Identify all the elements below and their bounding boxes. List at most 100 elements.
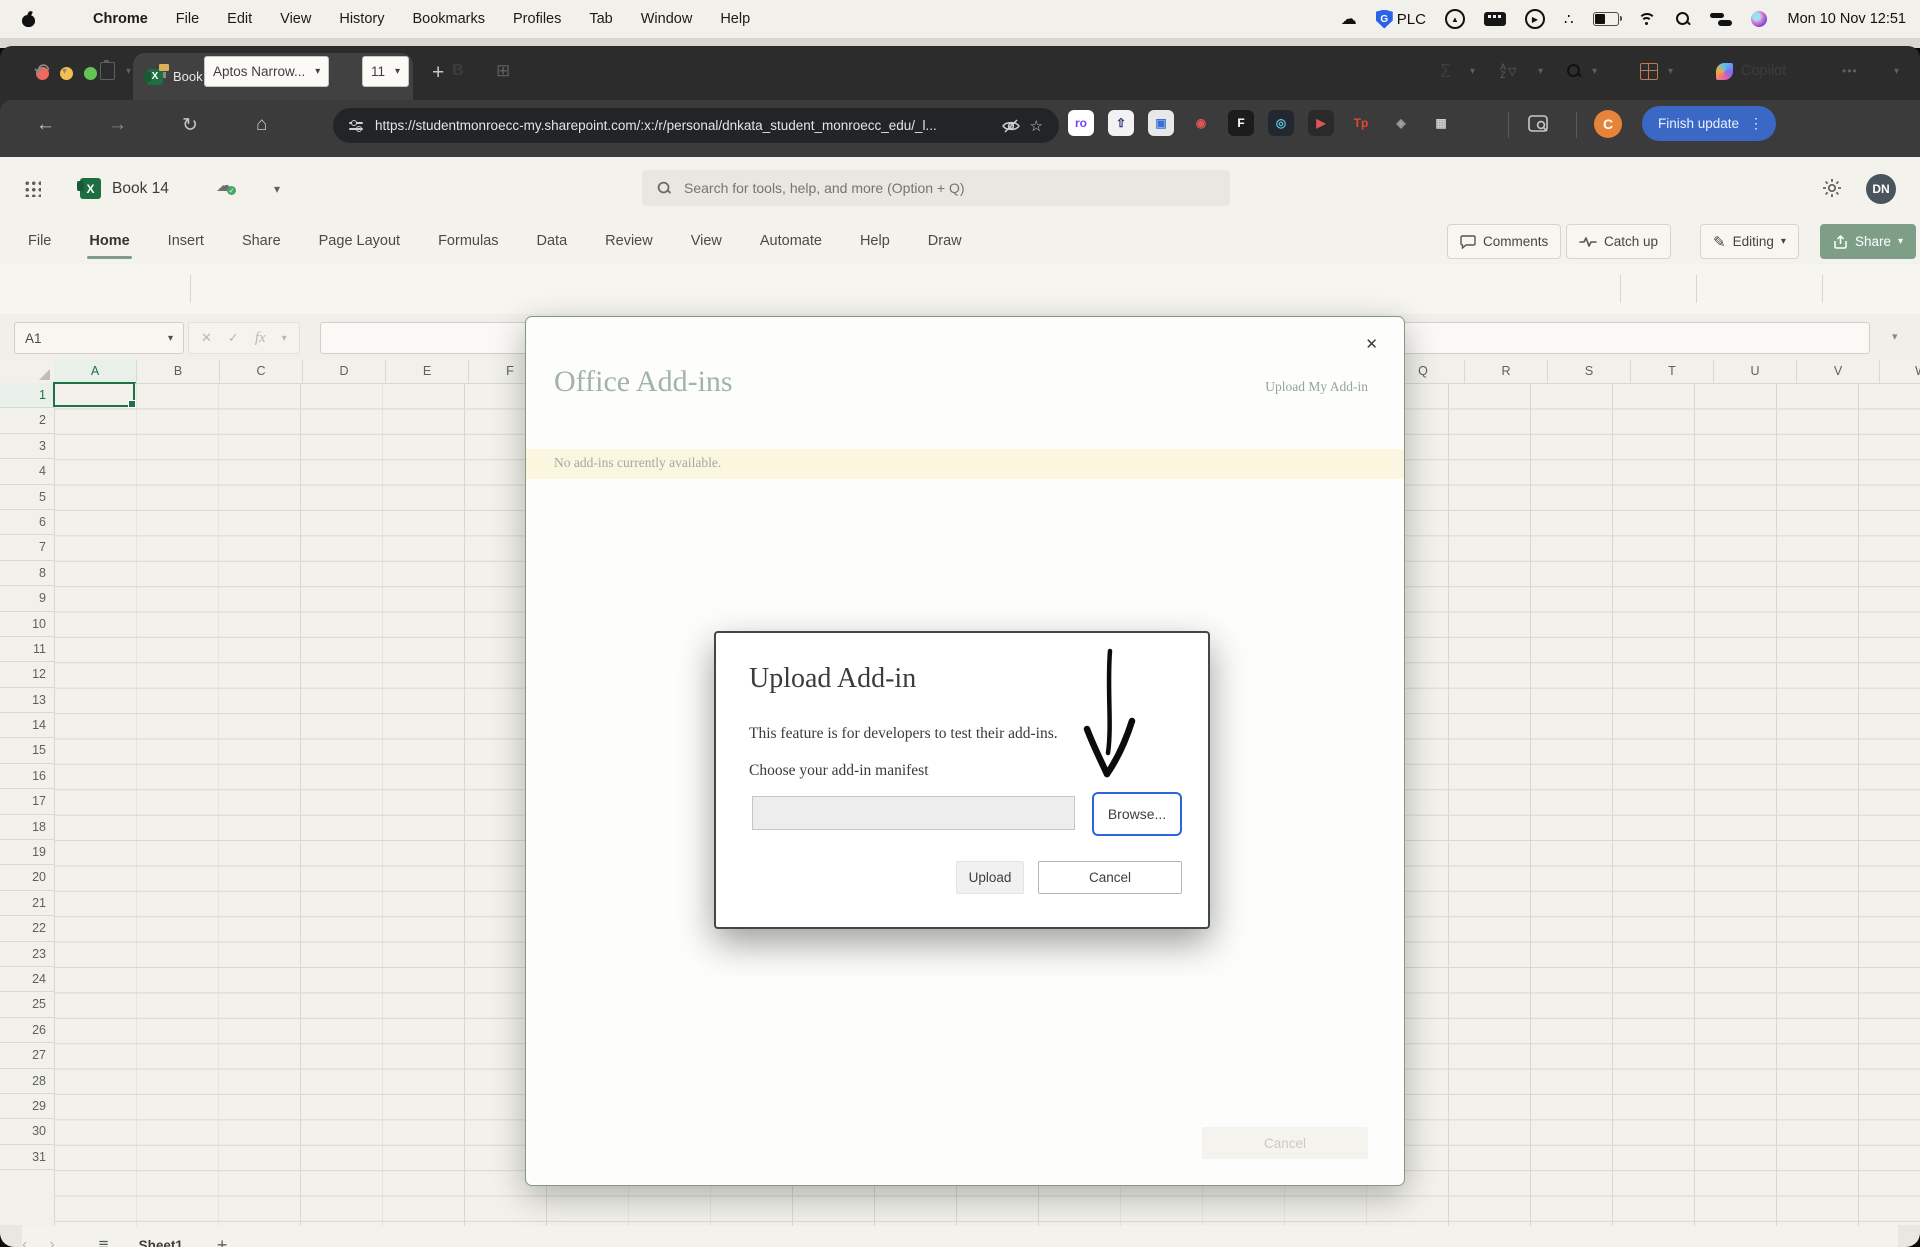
glean-shield-icon[interactable]: GPLC (1376, 10, 1426, 29)
column-header-u[interactable]: U (1714, 360, 1797, 383)
ro-extension-icon[interactable]: ro (1068, 110, 1094, 136)
dialog-cancel-button[interactable]: Cancel (1202, 1127, 1368, 1159)
menubar-item-view[interactable]: View (280, 11, 311, 27)
column-header-c[interactable]: C (220, 360, 303, 383)
selected-cell-a1[interactable] (53, 382, 135, 407)
menubar-item-bookmarks[interactable]: Bookmarks (412, 11, 485, 27)
name-box[interactable]: A1▾ (14, 322, 184, 354)
font-name-select[interactable]: Aptos Narrow...▾ (204, 46, 329, 96)
comments-button[interactable]: Comments (1447, 224, 1561, 259)
window-search-icon[interactable] (1528, 114, 1550, 134)
find-chevron-icon[interactable]: ▾ (1592, 46, 1597, 96)
search-input[interactable] (682, 179, 1230, 197)
settings-gear-icon[interactable] (1822, 178, 1842, 198)
row-header-24[interactable]: 24 (0, 967, 54, 992)
column-header-w[interactable]: W (1880, 360, 1920, 383)
add-sheet-button[interactable]: + (217, 1235, 228, 1247)
menubar-item-tab[interactable]: Tab (589, 11, 612, 27)
row-header-16[interactable]: 16 (0, 764, 54, 789)
column-header-d[interactable]: D (303, 360, 386, 383)
row-header-29[interactable]: 29 (0, 1094, 54, 1119)
ribbon-tab-view[interactable]: View (689, 229, 724, 253)
sheet-list-icon[interactable]: ≡ (99, 1235, 109, 1247)
prev-sheet-icon[interactable]: ‹ (22, 1236, 27, 1247)
row-header-30[interactable]: 30 (0, 1119, 54, 1144)
undo-chevron-icon[interactable]: ▾ (62, 46, 67, 96)
menubar-item-history[interactable]: History (339, 11, 384, 27)
title-chevron-icon[interactable]: ▾ (274, 182, 280, 196)
column-header-a[interactable]: A (54, 360, 137, 383)
upload-button[interactable]: Upload (956, 861, 1024, 894)
chevron-down-icon[interactable]: ▾ (282, 333, 287, 344)
app-launcher-icon[interactable] (24, 180, 41, 197)
row-header-17[interactable]: 17 (0, 789, 54, 814)
row-header-21[interactable]: 21 (0, 891, 54, 916)
profile-avatar[interactable]: C (1594, 110, 1622, 138)
ribbon-tab-insert[interactable]: Insert (166, 229, 206, 253)
menubar-clock[interactable]: Mon 10 Nov 12:51 (1788, 11, 1907, 27)
ribbon-tab-help[interactable]: Help (858, 229, 892, 253)
dialog-close-icon[interactable]: ✕ (1365, 335, 1378, 353)
home-button[interactable]: ⌂ (256, 114, 267, 136)
row-header-14[interactable]: 14 (0, 713, 54, 738)
row-header-2[interactable]: 2 (0, 408, 54, 433)
menubar-item-help[interactable]: Help (720, 11, 750, 27)
find-button[interactable] (1566, 46, 1582, 96)
sheet-tab-sheet1[interactable]: Sheet1 (139, 1238, 183, 1247)
apple-menu-icon[interactable] (22, 12, 35, 27)
cell-format-chevron-icon[interactable]: ▾ (1668, 46, 1673, 96)
column-header-e[interactable]: E (386, 360, 469, 383)
formula-bar-expand-icon[interactable]: ▾ (1892, 330, 1898, 343)
sort-filter-button[interactable]: AZ▽ (1500, 46, 1516, 96)
column-header-v[interactable]: V (1797, 360, 1880, 383)
undo-button[interactable]: ↶ (34, 46, 50, 96)
modal-cancel-button[interactable]: Cancel (1038, 861, 1182, 894)
fill-handle[interactable] (128, 400, 136, 408)
row-header-20[interactable]: 20 (0, 865, 54, 890)
browse-button[interactable]: Browse... (1092, 792, 1182, 836)
control-center-icon[interactable] (1710, 12, 1732, 27)
ribbon-tab-formulas[interactable]: Formulas (436, 229, 500, 253)
chrome-menu-icon[interactable]: ⋮ (1749, 115, 1764, 132)
row-header-26[interactable]: 26 (0, 1018, 54, 1043)
format-painter-button[interactable] (158, 46, 171, 96)
window-zoom-button[interactable] (84, 67, 97, 80)
autosave-cloud-icon[interactable]: ☁✓ (216, 176, 233, 196)
video-play-extension-icon[interactable]: ▶ (1308, 110, 1334, 136)
sort-filter-chevron-icon[interactable]: ▾ (1538, 46, 1543, 96)
upload-my-addin-link[interactable]: Upload My Add-in (1265, 379, 1368, 395)
row-header-31[interactable]: 31 (0, 1145, 54, 1170)
excel-app-icon[interactable]: X (80, 178, 101, 199)
back-button[interactable]: ← (36, 114, 55, 136)
extensions-puzzle-icon[interactable]: ▦ (1428, 110, 1454, 136)
wifi-icon[interactable] (1638, 12, 1656, 26)
shield-extension-icon[interactable]: ◈ (1388, 110, 1414, 136)
row-header-28[interactable]: 28 (0, 1069, 54, 1094)
keyboard-icon[interactable] (1484, 12, 1506, 26)
column-header-b[interactable]: B (137, 360, 220, 383)
battery-icon[interactable] (1593, 12, 1619, 26)
spotlight-search-icon[interactable] (1675, 11, 1691, 27)
menubar-item-window[interactable]: Window (641, 11, 693, 27)
siri-icon[interactable] (1751, 11, 1767, 27)
catch-up-button[interactable]: Catch up (1566, 224, 1671, 259)
row-header-4[interactable]: 4 (0, 459, 54, 484)
autosum-chevron-icon[interactable]: ▾ (1470, 46, 1475, 96)
row-header-19[interactable]: 19 (0, 840, 54, 865)
column-header-s[interactable]: S (1548, 360, 1631, 383)
row-header-18[interactable]: 18 (0, 815, 54, 840)
more-commands-button[interactable]: ••• (1842, 46, 1858, 96)
ribbon-tab-review[interactable]: Review (603, 229, 655, 253)
row-header-10[interactable]: 10 (0, 612, 54, 637)
menubar-item-chrome[interactable]: Chrome (93, 11, 148, 27)
tab-star-extension-icon[interactable]: ▣ (1148, 110, 1174, 136)
row-header-1[interactable]: 1 (0, 383, 54, 408)
menubar-item-file[interactable]: File (176, 11, 199, 27)
row-header-11[interactable]: 11 (0, 637, 54, 662)
font-size-select[interactable]: 11▾ (362, 46, 409, 96)
ribbon-tab-share[interactable]: Share (240, 229, 283, 253)
address-bar[interactable]: https://studentmonroecc-my.sharepoint.co… (333, 108, 1059, 143)
react-devtools-extension-icon[interactable]: ◎ (1268, 110, 1294, 136)
row-header-25[interactable]: 25 (0, 992, 54, 1017)
app-search-bar[interactable] (642, 170, 1230, 206)
